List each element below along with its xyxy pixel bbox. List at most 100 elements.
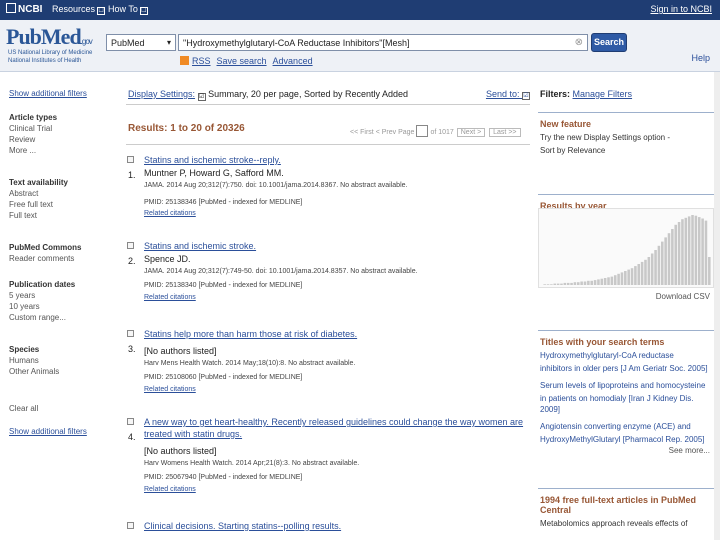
show-filters-link[interactable]: Show additional filters [9, 89, 87, 98]
year-bar[interactable] [657, 245, 661, 285]
year-bar[interactable] [543, 284, 546, 285]
results-by-year-chart[interactable] [538, 208, 714, 288]
year-bar[interactable] [671, 229, 674, 285]
select-checkbox[interactable] [127, 242, 134, 249]
year-bar[interactable] [647, 257, 651, 285]
resources-menu[interactable]: Resources ☐ [52, 4, 106, 15]
next-page-button[interactable]: Next > [456, 128, 486, 137]
prev-page-link[interactable]: < Prev [376, 129, 396, 136]
year-bar[interactable] [644, 259, 647, 285]
result-title-link[interactable]: Clinical decisions. Starting statins--po… [144, 520, 524, 532]
title-link[interactable]: HydroxyMethylGlutaryl [Pharmacol Rep. 20… [538, 433, 714, 446]
related-citations-link[interactable]: Related citations [144, 386, 196, 393]
help-link[interactable]: Help [691, 53, 710, 63]
year-bar[interactable] [684, 217, 688, 285]
display-settings-link[interactable]: Display Settings: [128, 89, 195, 99]
title-link[interactable]: in patients on homodialy [Iran J Kidney … [538, 392, 714, 416]
year-bar[interactable] [587, 280, 590, 285]
year-bar[interactable] [687, 216, 691, 285]
year-bar[interactable] [630, 268, 634, 285]
year-bar[interactable] [650, 253, 654, 286]
show-filters-link[interactable]: Show additional filters [9, 427, 87, 436]
year-bar[interactable] [661, 241, 664, 285]
year-bar[interactable] [674, 224, 677, 285]
ncbi-logo[interactable]: NCBI [6, 3, 42, 15]
year-bar[interactable] [697, 217, 701, 285]
year-bar[interactable] [553, 283, 557, 285]
year-bar[interactable] [677, 222, 681, 285]
title-link[interactable]: Serum levels of lipoproteins and homocys… [538, 379, 714, 392]
year-bar[interactable] [664, 237, 667, 285]
year-bar[interactable] [556, 283, 560, 285]
year-bar[interactable] [634, 266, 637, 285]
year-bar[interactable] [704, 220, 708, 285]
year-bar[interactable] [620, 272, 624, 285]
result-title-link[interactable]: Statins help more than harm those at ris… [144, 328, 524, 340]
clear-icon[interactable]: ⊗ [575, 37, 583, 48]
title-link[interactable]: Hydroxymethylglutaryl-CoA reductase [538, 349, 714, 362]
year-bar[interactable] [546, 284, 550, 285]
year-bar[interactable] [681, 219, 684, 285]
filter-item[interactable]: 10 years [9, 301, 75, 312]
year-bar[interactable] [603, 278, 607, 285]
page-scrollbar[interactable] [714, 72, 720, 540]
year-bar[interactable] [580, 281, 583, 286]
last-page-button[interactable]: Last >> [489, 128, 521, 137]
filter-item[interactable]: Custom range... [9, 312, 75, 323]
manage-filters-link[interactable]: Manage Filters [573, 89, 633, 99]
rss-link[interactable]: RSS [192, 56, 211, 66]
year-bar[interactable] [550, 284, 553, 285]
year-bar[interactable] [654, 250, 657, 285]
filter-item[interactable]: 5 years [9, 290, 75, 301]
year-bar[interactable] [570, 282, 573, 285]
filter-item[interactable]: Free full text [9, 199, 68, 210]
advanced-link[interactable]: Advanced [273, 56, 313, 66]
year-bar[interactable] [593, 280, 597, 285]
see-more-link[interactable]: See more... [538, 446, 714, 455]
pubmed-logo[interactable]: PubMed.gov [6, 24, 93, 50]
year-bar[interactable] [597, 279, 600, 285]
year-bar[interactable] [617, 273, 620, 285]
clear-all-link[interactable]: Clear all [9, 404, 38, 413]
send-to-link[interactable]: Send to: ☑ [486, 89, 530, 100]
filter-item[interactable]: Clinical Trial [9, 123, 57, 134]
result-title-link[interactable]: Statins and ischemic stroke--reply. [144, 154, 524, 166]
signin-link[interactable]: Sign in to NCBI [650, 4, 712, 14]
result-title-link[interactable]: A new way to get heart-healthy. Recently… [144, 416, 524, 440]
filter-item[interactable]: Abstract [9, 188, 68, 199]
select-checkbox[interactable] [127, 418, 134, 425]
year-bar[interactable] [573, 282, 577, 285]
filter-item[interactable]: Full text [9, 210, 68, 221]
year-bar[interactable] [691, 215, 694, 285]
filter-item[interactable]: Humans [9, 355, 59, 366]
title-link[interactable]: Angiotensin converting enzyme (ACE) and [538, 420, 714, 433]
year-bar[interactable] [701, 218, 704, 286]
year-bar[interactable] [694, 215, 698, 285]
related-citations-link[interactable]: Related citations [144, 294, 196, 301]
year-bar[interactable] [590, 280, 593, 285]
select-checkbox[interactable] [127, 522, 134, 529]
year-bar[interactable] [637, 264, 641, 285]
year-bar[interactable] [627, 269, 630, 285]
select-checkbox[interactable] [127, 156, 134, 163]
filter-item[interactable]: Reader comments [9, 253, 81, 264]
year-bar[interactable] [560, 283, 563, 285]
year-bar[interactable] [708, 257, 711, 285]
page-input[interactable] [416, 125, 429, 137]
year-bar[interactable] [563, 282, 567, 285]
year-bar[interactable] [583, 281, 587, 286]
year-bar[interactable] [600, 278, 604, 285]
year-bar[interactable] [607, 277, 610, 285]
display-settings[interactable]: Display Settings: ☑ Summary, 20 per page… [128, 89, 408, 101]
howto-menu[interactable]: How To ☐ [108, 4, 148, 15]
year-bar[interactable] [577, 282, 580, 285]
search-input[interactable]: "Hydroxymethylglutaryl-CoA Reductase Inh… [178, 34, 588, 51]
download-csv-link[interactable]: Download CSV [656, 292, 710, 301]
year-bar[interactable] [566, 282, 570, 285]
year-bar[interactable] [624, 271, 627, 285]
select-checkbox[interactable] [127, 330, 134, 337]
year-bar[interactable] [610, 276, 614, 285]
title-link[interactable]: inhibitors in older pers [J Am Geriatr S… [538, 362, 714, 375]
search-button[interactable]: Search [591, 33, 627, 52]
related-citations-link[interactable]: Related citations [144, 486, 196, 493]
